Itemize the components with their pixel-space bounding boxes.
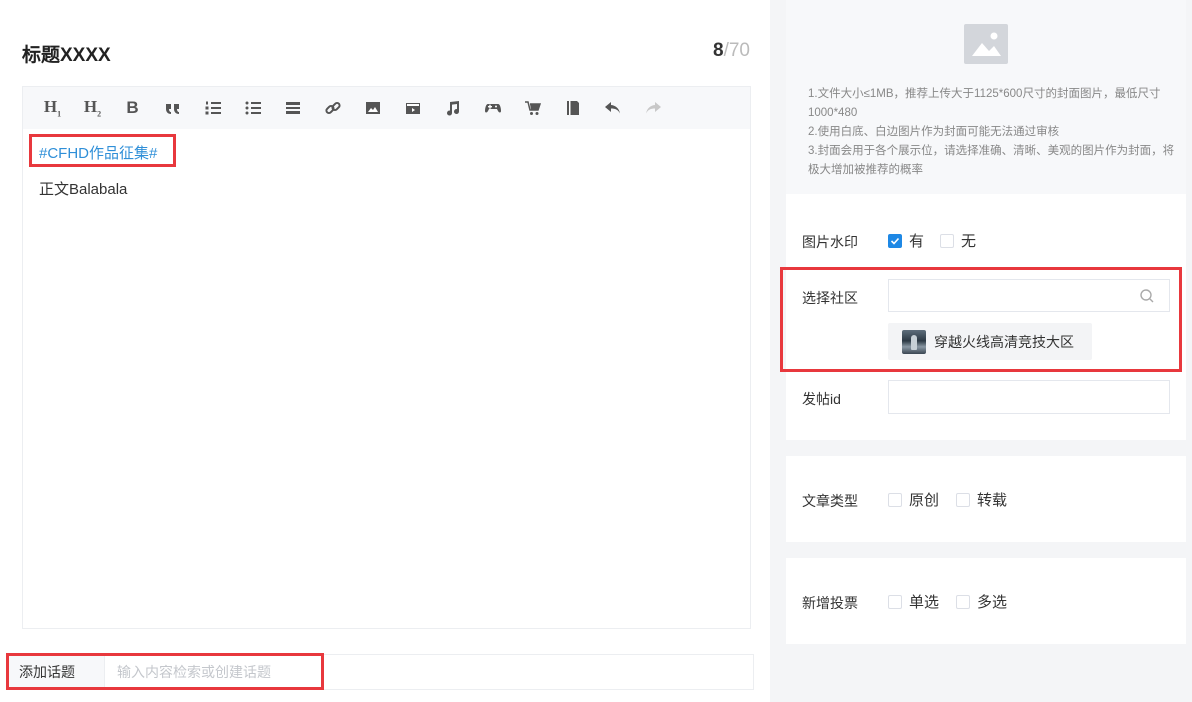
image-button[interactable] xyxy=(359,95,386,121)
unordered-list-button[interactable] xyxy=(239,95,266,121)
vote-label: 新增投票 xyxy=(802,595,858,611)
vote-card: 新增投票 单选 多选 xyxy=(786,558,1186,644)
search-icon[interactable] xyxy=(1139,288,1155,304)
redo-button[interactable] xyxy=(639,95,666,121)
watermark-label: 图片水印 xyxy=(802,234,858,250)
article-type-card: 文章类型 原创 转载 xyxy=(786,456,1186,542)
community-label: 选择社区 xyxy=(802,290,858,306)
heading2-button[interactable]: H2 xyxy=(79,95,106,121)
post-id-field[interactable] xyxy=(888,380,1170,414)
music-button[interactable] xyxy=(439,95,466,121)
cover-guidelines: 1.文件大小≤1MB，推荐上传大于1125*600尺寸的封面图片，最低尺寸100… xyxy=(808,85,1178,180)
body-text[interactable]: 正文Balabala xyxy=(39,178,127,199)
cover-note: 2.使用白底、白边图片作为封面可能无法通过审核 xyxy=(808,126,1060,138)
divider-icon xyxy=(285,102,300,114)
video-button[interactable] xyxy=(399,95,426,121)
heading-1-icon: H1 xyxy=(43,97,62,119)
watermark-yes-label: 有 xyxy=(909,233,925,250)
multi-choice-checkbox[interactable] xyxy=(956,594,970,609)
cover-note: 3.封面会用于各个展示位，请选择准确、清晰、美观的图片作为封面，将极大增加被推荐… xyxy=(808,145,1175,176)
community-search-field[interactable] xyxy=(888,279,1170,312)
single-choice-label: 单选 xyxy=(909,594,940,611)
repost-checkbox[interactable] xyxy=(956,492,970,507)
char-max: /70 xyxy=(723,40,750,61)
shop-button[interactable] xyxy=(519,95,546,121)
community-search-input[interactable] xyxy=(889,280,1169,311)
watermark-no-option[interactable]: 无 xyxy=(940,230,976,251)
post-id-label: 发帖id xyxy=(802,391,841,407)
original-checkbox[interactable] xyxy=(888,492,902,507)
quote-icon xyxy=(165,104,179,114)
original-label: 原创 xyxy=(909,492,940,509)
book-button[interactable] xyxy=(559,95,586,121)
ordered-list-button[interactable] xyxy=(199,95,226,121)
single-choice-checkbox[interactable] xyxy=(888,594,902,609)
multi-choice-label: 多选 xyxy=(977,594,1008,611)
article-type-label: 文章类型 xyxy=(802,493,858,509)
image-icon xyxy=(365,102,380,114)
post-settings-card: 图片水印 有 无 选择社区 穿越火线高清竞技大区 发帖id xyxy=(786,194,1186,440)
link-button[interactable] xyxy=(319,95,346,121)
bold-icon: B xyxy=(126,98,139,117)
watermark-no-checkbox[interactable] xyxy=(940,233,954,248)
quote-button[interactable] xyxy=(159,95,186,121)
community-thumbnail xyxy=(902,329,926,354)
unordered-list-icon xyxy=(245,101,261,115)
vote-single-option[interactable]: 单选 xyxy=(888,591,939,612)
watermark-no-label: 无 xyxy=(961,233,977,250)
heading-2-icon: H2 xyxy=(83,97,102,119)
selected-community-name: 穿越火线高清竞技大区 xyxy=(934,333,1074,350)
char-count: 8 xyxy=(713,40,724,61)
article-type-original-option[interactable]: 原创 xyxy=(888,489,939,510)
ordered-list-icon xyxy=(205,101,221,115)
gamepad-icon xyxy=(484,104,501,113)
link-icon xyxy=(324,101,341,115)
hashtag-link[interactable]: #CFHD作品征集# xyxy=(39,142,157,163)
title-char-counter: 8/70 xyxy=(680,40,750,62)
video-icon xyxy=(405,103,420,114)
bold-button[interactable]: B xyxy=(119,95,146,121)
heading1-button[interactable]: H1 xyxy=(39,95,66,121)
cover-note: 1.文件大小≤1MB，推荐上传大于1125*600尺寸的封面图片，最低尺寸100… xyxy=(808,88,1161,119)
image-placeholder-icon xyxy=(964,24,1008,64)
article-title[interactable]: 标题XXXX xyxy=(22,40,111,67)
article-type-repost-option[interactable]: 转载 xyxy=(956,489,1007,510)
post-id-input[interactable] xyxy=(889,381,1169,413)
topic-label: 添加话题 xyxy=(7,655,105,689)
redo-icon xyxy=(645,102,661,114)
rich-text-editor[interactable]: H1 H2 B #CFHD作品征集# 正文Balabala xyxy=(22,86,751,629)
undo-icon xyxy=(604,102,620,114)
repost-label: 转载 xyxy=(977,492,1008,509)
topic-bar: 添加话题 xyxy=(6,654,754,690)
watermark-yes-option[interactable]: 有 xyxy=(888,230,924,251)
editor-panel: 标题XXXX 8/70 H1 H2 B #CFHD作品征集# 正文Balabal… xyxy=(0,0,770,702)
editor-toolbar: H1 H2 B xyxy=(23,87,750,129)
game-button[interactable] xyxy=(479,95,506,121)
vote-multi-option[interactable]: 多选 xyxy=(956,591,1007,612)
selected-community-chip[interactable]: 穿越火线高清竞技大区 xyxy=(888,323,1092,360)
cover-upload[interactable]: 1.文件大小≤1MB，推荐上传大于1125*600尺寸的封面图片，最低尺寸100… xyxy=(786,0,1186,194)
undo-button[interactable] xyxy=(599,95,626,121)
book-icon xyxy=(566,101,579,115)
watermark-yes-checkbox[interactable] xyxy=(888,233,902,248)
music-icon xyxy=(446,101,459,116)
topic-search-input[interactable] xyxy=(105,655,753,689)
cart-icon xyxy=(524,101,541,115)
divider-button[interactable] xyxy=(279,95,306,121)
